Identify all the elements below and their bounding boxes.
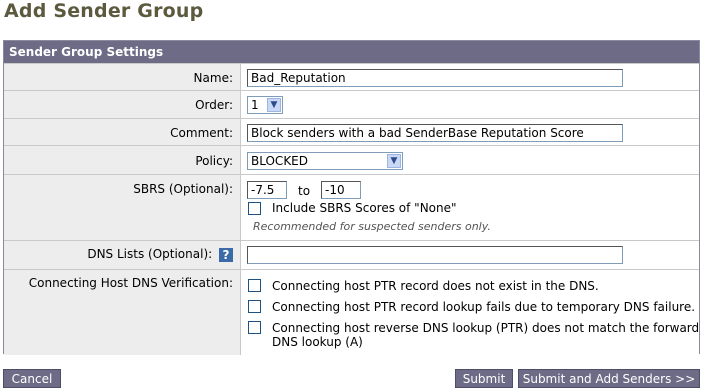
ptr-lookup-fails-label: Connecting host PTR record lookup fails … [272,300,696,314]
submit-and-add-senders-button[interactable]: Submit and Add Senders >> [518,369,700,388]
dns-lists-label: DNS Lists (Optional): [87,247,213,261]
sbrs-note: Recommended for suspected senders only. [253,220,491,233]
name-input[interactable]: Bad_Reputation [247,69,623,87]
sbrs-label: SBRS (Optional): [133,182,233,196]
ptr-not-exist-label: Connecting host PTR record does not exis… [272,279,599,293]
ptr-lookup-fails-checkbox[interactable] [248,300,261,313]
comment-input[interactable]: Block senders with a bad SenderBase Repu… [247,124,623,142]
sbrs-to-input[interactable]: -10 [321,181,361,199]
chevron-down-icon: ▼ [267,98,281,112]
order-row: Order: 1 ▼ [4,90,699,119]
cancel-button[interactable]: Cancel [3,369,61,388]
policy-select-value: BLOCKED [251,154,309,168]
ptr-mismatch-label-line2: DNS lookup (A) [272,335,363,349]
submit-button[interactable]: Submit [455,369,513,388]
include-none-checkbox[interactable] [248,202,261,215]
include-none-label: Include SBRS Scores of "None" [272,201,457,215]
page-title: Add Sender Group [4,0,204,22]
help-icon[interactable]: ? [219,247,233,262]
sbrs-row: SBRS (Optional): -7.5 to -10 Include SBR… [4,174,699,241]
ptr-not-exist-checkbox[interactable] [248,279,261,292]
sender-group-settings-panel: Sender Group Settings Name: Bad_Reputati… [3,40,700,355]
name-label: Name: [193,71,233,85]
order-select[interactable]: 1 ▼ [247,96,283,114]
dns-verification-label: Connecting Host DNS Verification: [28,276,233,290]
dns-verification-row: Connecting Host DNS Verification: Connec… [4,269,699,355]
order-label: Order: [195,98,233,112]
ptr-mismatch-checkbox[interactable] [248,321,261,334]
dns-lists-row: DNS Lists (Optional): ? [4,240,699,270]
comment-label: Comment: [170,126,233,140]
name-row: Name: Bad_Reputation [4,63,699,91]
order-select-value: 1 [251,98,259,112]
sbrs-from-input[interactable]: -7.5 [247,181,287,199]
policy-row: Policy: BLOCKED ▼ [4,145,699,175]
policy-label: Policy: [195,154,233,168]
dns-lists-input[interactable] [247,246,623,264]
panel-header: Sender Group Settings [4,41,699,63]
dns-lists-label-wrap: DNS Lists (Optional): ? [87,247,233,262]
policy-select[interactable]: BLOCKED ▼ [247,152,403,170]
sbrs-to-label: to [298,184,311,198]
chevron-down-icon: ▼ [387,154,401,168]
comment-row: Comment: Block senders with a bad Sender… [4,118,699,146]
ptr-mismatch-label-line1: Connecting host reverse DNS lookup (PTR)… [272,321,700,335]
